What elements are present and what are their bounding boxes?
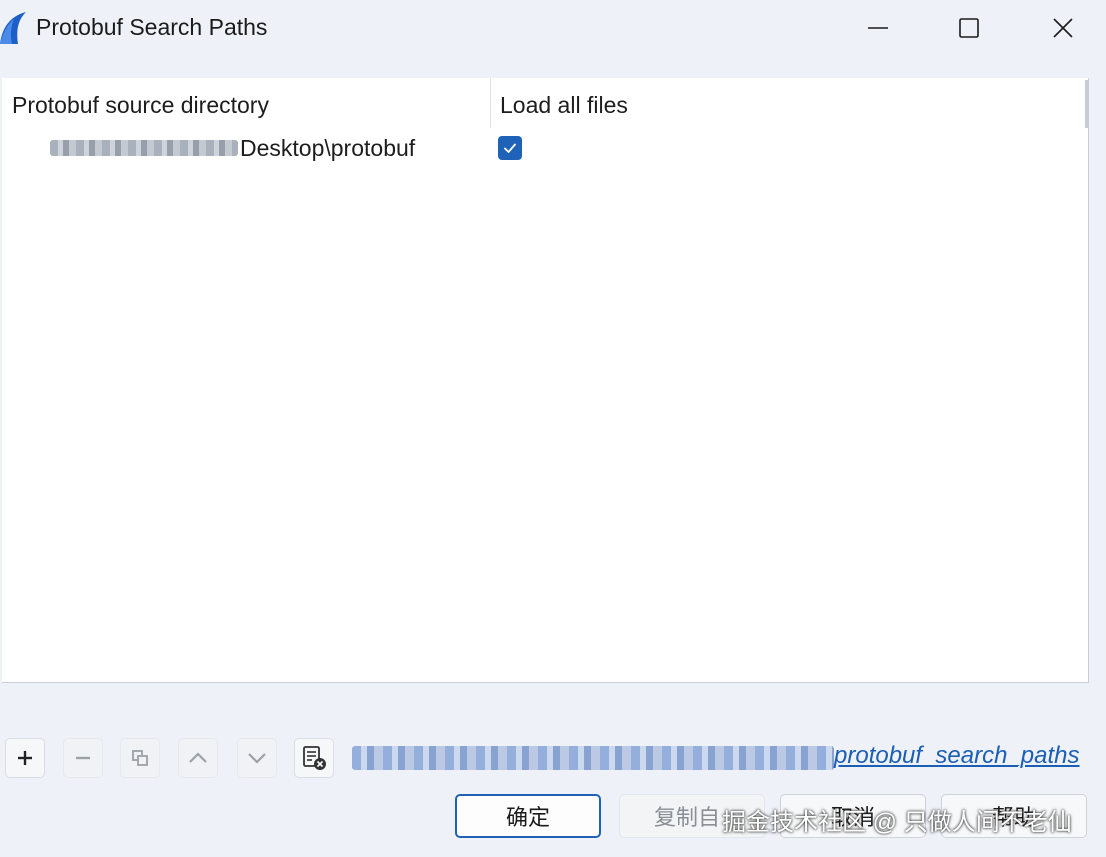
table-row-directory-cell[interactable]: Desktop\protobuf: [50, 130, 415, 166]
watermark-text: 掘金技术社区 @ 只做人间不老仙: [722, 809, 1072, 836]
scrollbar[interactable]: [1085, 80, 1088, 128]
search-paths-table[interactable]: Protobuf source directory Load all files…: [2, 78, 1089, 683]
column-divider[interactable]: [490, 78, 491, 128]
config-path-link[interactable]: protobuf_search_paths: [834, 742, 1080, 770]
minimize-button[interactable]: [831, 0, 925, 56]
move-down-button[interactable]: [237, 738, 277, 778]
directory-path-text: Desktop\protobuf: [240, 135, 416, 161]
redacted-config-path: [352, 746, 834, 770]
move-down-icon: [248, 753, 266, 764]
copy-icon: [132, 750, 148, 766]
add-icon: [18, 751, 32, 765]
add-button[interactable]: [5, 738, 45, 778]
window-title: Protobuf Search Paths: [36, 14, 268, 40]
checkmark-icon: [504, 143, 516, 153]
copy-button[interactable]: [120, 738, 160, 778]
close-button[interactable]: [1016, 0, 1106, 56]
close-icon: [1053, 18, 1073, 38]
maximize-icon: [959, 18, 979, 38]
move-up-button[interactable]: [178, 738, 218, 778]
column-header-directory[interactable]: Protobuf source directory: [12, 78, 269, 130]
redacted-path-prefix: [50, 140, 238, 156]
column-header-load-all-files[interactable]: Load all files: [500, 78, 628, 130]
minimize-icon: [868, 27, 888, 29]
wireshark-fin-icon: [0, 10, 26, 44]
clear-list-button[interactable]: [294, 738, 334, 778]
remove-button[interactable]: [63, 738, 103, 778]
remove-icon: [76, 756, 90, 760]
maximize-button[interactable]: [922, 0, 1016, 56]
load-all-files-checkbox[interactable]: [498, 136, 522, 160]
title-bar: Protobuf Search Paths: [0, 0, 1106, 56]
clear-list-icon: [303, 746, 326, 770]
ok-button[interactable]: 确定: [455, 794, 601, 838]
move-up-icon: [189, 752, 207, 763]
